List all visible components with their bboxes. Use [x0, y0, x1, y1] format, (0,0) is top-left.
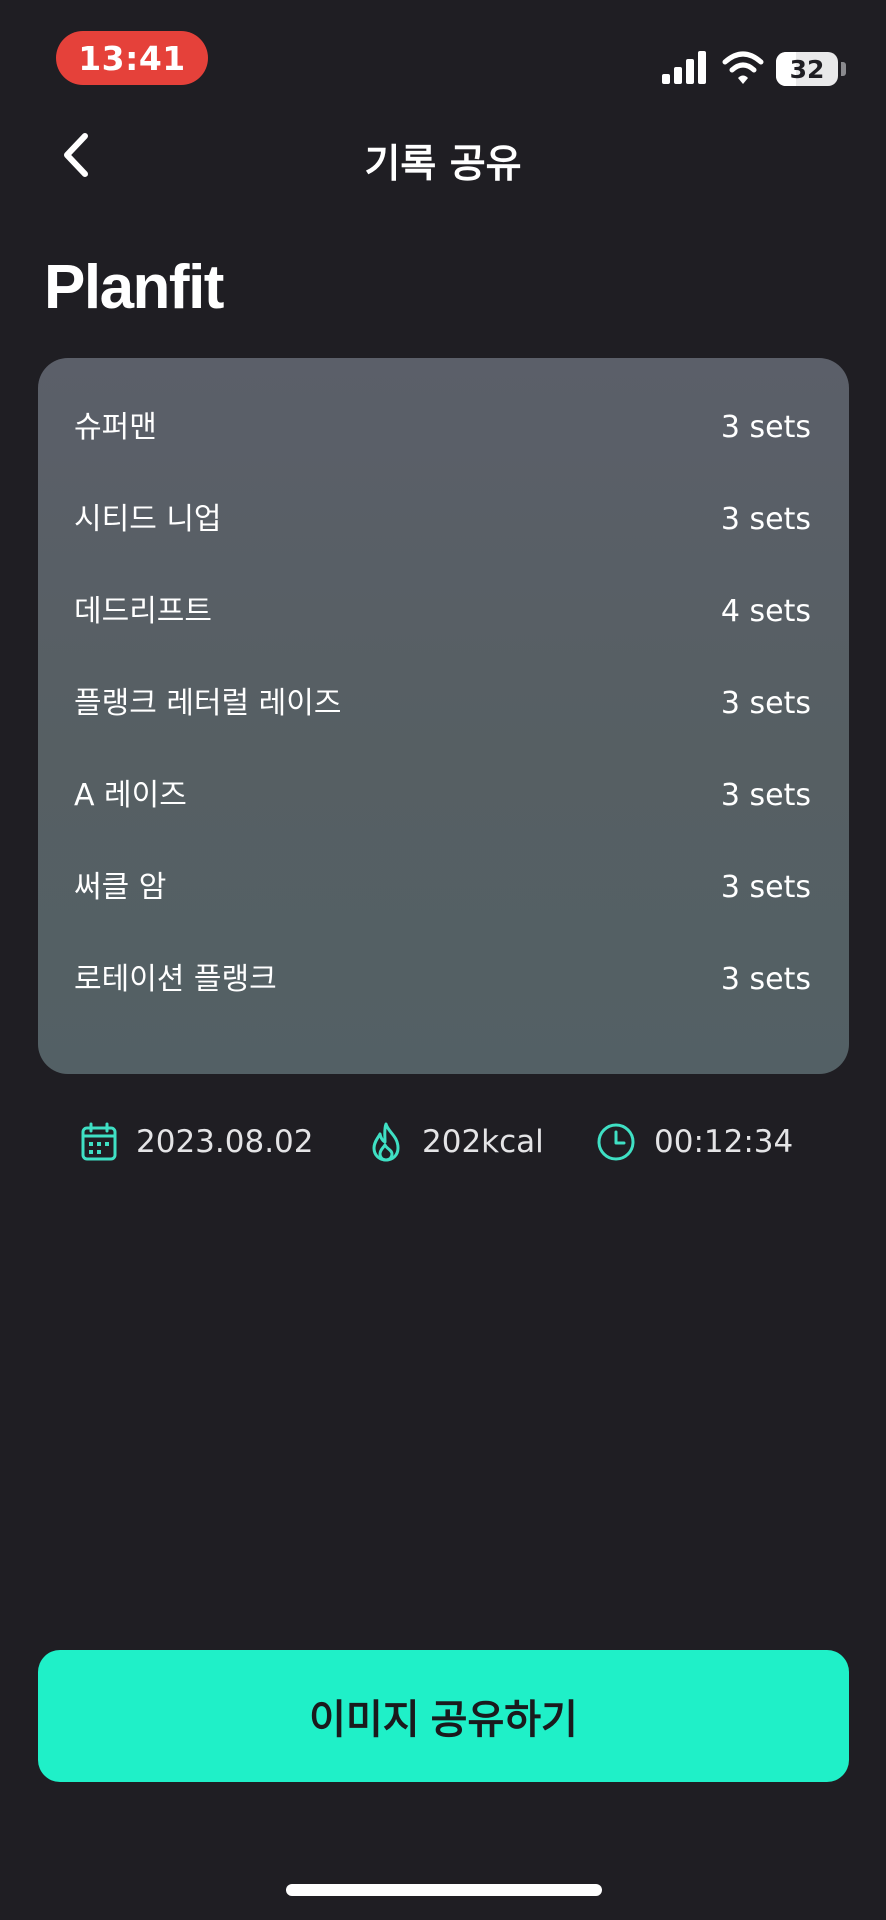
- stat-duration: 00:12:34: [596, 1116, 793, 1168]
- exercise-sets: 4 sets: [720, 594, 811, 629]
- battery-tip: [841, 62, 846, 76]
- exercise-sets: 3 sets: [720, 962, 811, 997]
- share-image-button[interactable]: 이미지 공유하기: [38, 1650, 849, 1782]
- exercise-sets: 3 sets: [720, 870, 811, 905]
- flame-icon: [372, 1122, 400, 1162]
- exercise-row: 슈퍼맨 3 sets: [74, 406, 811, 498]
- stat-calories-value: 202kcal: [422, 1124, 544, 1160]
- status-time-text: 13:41: [78, 38, 186, 78]
- exercise-sets: 3 sets: [720, 686, 811, 721]
- status-time: 13:41: [56, 31, 208, 85]
- exercise-name: 시티드 니업: [74, 502, 222, 537]
- battery-icon: 32: [776, 52, 838, 86]
- exercise-name: 데드리프트: [74, 594, 212, 629]
- exercise-row: A 레이즈 3 sets: [74, 774, 811, 866]
- navigation-bar: 기록 공유: [0, 115, 886, 195]
- exercise-row: 시티드 니업 3 sets: [74, 498, 811, 590]
- exercise-name: 슈퍼맨: [74, 410, 157, 445]
- workout-stats: 2023.08.02 202kcal 00:12:34: [80, 1116, 820, 1168]
- stat-date-value: 2023.08.02: [136, 1124, 314, 1160]
- exercise-row: 로테이션 플랭크 3 sets: [74, 958, 811, 1050]
- brand-logo: Planfit: [44, 253, 224, 322]
- workout-summary-card: 슈퍼맨 3 sets 시티드 니업 3 sets 데드리프트 4 sets 플랭크 레터럴 …: [38, 358, 849, 1074]
- exercise-row: 써클 암 3 sets: [74, 866, 811, 958]
- exercise-name: 플랭크 레터럴 레이즈: [74, 686, 342, 721]
- stat-duration-value: 00:12:34: [654, 1124, 794, 1160]
- wifi-icon: [722, 51, 764, 84]
- exercise-row: 데드리프트 4 sets: [74, 590, 811, 682]
- calendar-icon: [81, 1122, 117, 1161]
- stat-calories: 202kcal: [368, 1116, 544, 1168]
- exercise-sets: 3 sets: [720, 778, 811, 813]
- signal-icon: [662, 51, 706, 84]
- exercise-sets: 3 sets: [720, 502, 811, 537]
- exercise-name: 로테이션 플랭크: [74, 962, 277, 997]
- battery-level: 32: [789, 54, 825, 84]
- clock-icon: [597, 1123, 635, 1161]
- exercise-list: 슈퍼맨 3 sets 시티드 니업 3 sets 데드리프트 4 sets 플랭크 레터럴 …: [74, 406, 811, 1050]
- page-title: 기록 공유: [364, 142, 522, 187]
- exercise-name: A 레이즈: [74, 778, 187, 813]
- exercise-name: 써클 암: [74, 870, 167, 905]
- exercise-sets: 3 sets: [720, 410, 811, 445]
- status-bar: 13:41 32: [0, 0, 886, 110]
- exercise-row: 플랭크 레터럴 레이즈 3 sets: [74, 682, 811, 774]
- stat-date: 2023.08.02: [80, 1116, 314, 1168]
- home-indicator: [286, 1884, 602, 1896]
